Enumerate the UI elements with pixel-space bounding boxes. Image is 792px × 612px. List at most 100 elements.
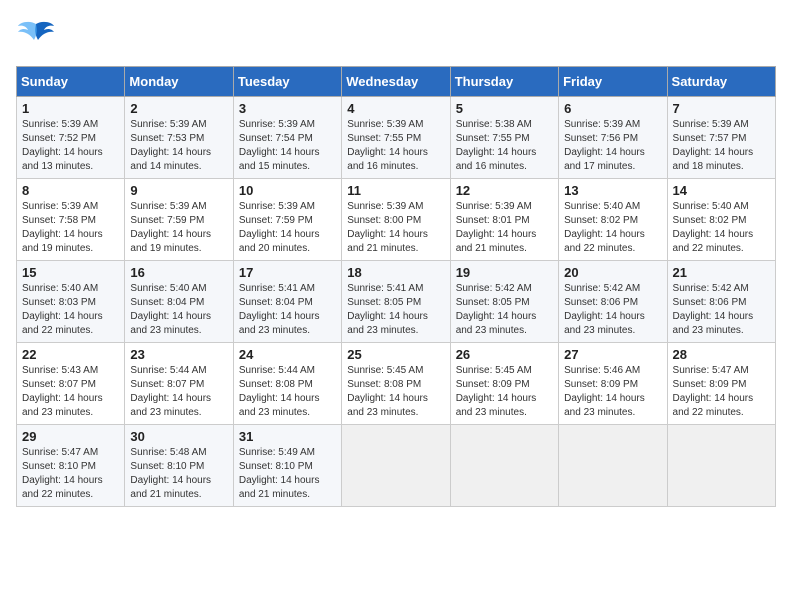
calendar-week-row: 8 Sunrise: 5:39 AMSunset: 7:58 PMDayligh… <box>17 179 776 261</box>
day-info: Sunrise: 5:40 AMSunset: 8:02 PMDaylight:… <box>564 201 645 254</box>
page-header <box>16 16 776 56</box>
calendar-cell: 7 Sunrise: 5:39 AMSunset: 7:57 PMDayligh… <box>667 97 775 179</box>
calendar-cell: 8 Sunrise: 5:39 AMSunset: 7:58 PMDayligh… <box>17 179 125 261</box>
calendar-cell: 29 Sunrise: 5:47 AMSunset: 8:10 PMDaylig… <box>17 425 125 507</box>
calendar-cell: 3 Sunrise: 5:39 AMSunset: 7:54 PMDayligh… <box>233 97 341 179</box>
day-info: Sunrise: 5:40 AMSunset: 8:04 PMDaylight:… <box>130 283 211 336</box>
calendar-cell: 17 Sunrise: 5:41 AMSunset: 8:04 PMDaylig… <box>233 261 341 343</box>
day-info: Sunrise: 5:46 AMSunset: 8:09 PMDaylight:… <box>564 365 645 418</box>
day-info: Sunrise: 5:39 AMSunset: 7:53 PMDaylight:… <box>130 119 211 172</box>
calendar-cell: 20 Sunrise: 5:42 AMSunset: 8:06 PMDaylig… <box>559 261 667 343</box>
day-info: Sunrise: 5:41 AMSunset: 8:05 PMDaylight:… <box>347 283 428 336</box>
calendar-cell <box>450 425 558 507</box>
day-number: 24 <box>239 347 336 362</box>
day-info: Sunrise: 5:39 AMSunset: 7:55 PMDaylight:… <box>347 119 428 172</box>
day-info: Sunrise: 5:42 AMSunset: 8:06 PMDaylight:… <box>673 283 754 336</box>
calendar-cell: 4 Sunrise: 5:39 AMSunset: 7:55 PMDayligh… <box>342 97 450 179</box>
calendar-cell: 18 Sunrise: 5:41 AMSunset: 8:05 PMDaylig… <box>342 261 450 343</box>
day-info: Sunrise: 5:39 AMSunset: 7:54 PMDaylight:… <box>239 119 320 172</box>
day-info: Sunrise: 5:38 AMSunset: 7:55 PMDaylight:… <box>456 119 537 172</box>
calendar-cell: 28 Sunrise: 5:47 AMSunset: 8:09 PMDaylig… <box>667 343 775 425</box>
day-number: 19 <box>456 265 553 280</box>
day-number: 7 <box>673 101 770 116</box>
day-info: Sunrise: 5:39 AMSunset: 8:00 PMDaylight:… <box>347 201 428 254</box>
day-number: 25 <box>347 347 444 362</box>
day-info: Sunrise: 5:41 AMSunset: 8:04 PMDaylight:… <box>239 283 320 336</box>
weekday-header-sunday: Sunday <box>17 67 125 97</box>
weekday-header-thursday: Thursday <box>450 67 558 97</box>
calendar-week-row: 29 Sunrise: 5:47 AMSunset: 8:10 PMDaylig… <box>17 425 776 507</box>
calendar-cell: 31 Sunrise: 5:49 AMSunset: 8:10 PMDaylig… <box>233 425 341 507</box>
weekday-header-friday: Friday <box>559 67 667 97</box>
day-number: 18 <box>347 265 444 280</box>
day-number: 10 <box>239 183 336 198</box>
day-number: 27 <box>564 347 661 362</box>
day-number: 15 <box>22 265 119 280</box>
calendar-cell <box>559 425 667 507</box>
calendar-cell: 22 Sunrise: 5:43 AMSunset: 8:07 PMDaylig… <box>17 343 125 425</box>
calendar-week-row: 15 Sunrise: 5:40 AMSunset: 8:03 PMDaylig… <box>17 261 776 343</box>
day-number: 4 <box>347 101 444 116</box>
calendar-week-row: 1 Sunrise: 5:39 AMSunset: 7:52 PMDayligh… <box>17 97 776 179</box>
day-info: Sunrise: 5:40 AMSunset: 8:03 PMDaylight:… <box>22 283 103 336</box>
weekday-header-monday: Monday <box>125 67 233 97</box>
weekday-header-tuesday: Tuesday <box>233 67 341 97</box>
calendar-cell: 2 Sunrise: 5:39 AMSunset: 7:53 PMDayligh… <box>125 97 233 179</box>
day-info: Sunrise: 5:44 AMSunset: 8:08 PMDaylight:… <box>239 365 320 418</box>
day-number: 2 <box>130 101 227 116</box>
calendar-week-row: 22 Sunrise: 5:43 AMSunset: 8:07 PMDaylig… <box>17 343 776 425</box>
calendar-cell: 24 Sunrise: 5:44 AMSunset: 8:08 PMDaylig… <box>233 343 341 425</box>
calendar-cell <box>667 425 775 507</box>
logo <box>16 16 60 56</box>
day-info: Sunrise: 5:39 AMSunset: 8:01 PMDaylight:… <box>456 201 537 254</box>
day-number: 16 <box>130 265 227 280</box>
day-info: Sunrise: 5:42 AMSunset: 8:06 PMDaylight:… <box>564 283 645 336</box>
calendar-cell: 30 Sunrise: 5:48 AMSunset: 8:10 PMDaylig… <box>125 425 233 507</box>
day-number: 5 <box>456 101 553 116</box>
calendar-cell: 6 Sunrise: 5:39 AMSunset: 7:56 PMDayligh… <box>559 97 667 179</box>
day-number: 13 <box>564 183 661 198</box>
day-info: Sunrise: 5:39 AMSunset: 7:57 PMDaylight:… <box>673 119 754 172</box>
day-info: Sunrise: 5:49 AMSunset: 8:10 PMDaylight:… <box>239 447 320 500</box>
day-number: 8 <box>22 183 119 198</box>
day-info: Sunrise: 5:39 AMSunset: 7:58 PMDaylight:… <box>22 201 103 254</box>
calendar-cell: 19 Sunrise: 5:42 AMSunset: 8:05 PMDaylig… <box>450 261 558 343</box>
calendar-cell: 14 Sunrise: 5:40 AMSunset: 8:02 PMDaylig… <box>667 179 775 261</box>
day-info: Sunrise: 5:42 AMSunset: 8:05 PMDaylight:… <box>456 283 537 336</box>
calendar-cell: 23 Sunrise: 5:44 AMSunset: 8:07 PMDaylig… <box>125 343 233 425</box>
calendar-cell: 13 Sunrise: 5:40 AMSunset: 8:02 PMDaylig… <box>559 179 667 261</box>
day-number: 22 <box>22 347 119 362</box>
day-number: 3 <box>239 101 336 116</box>
day-info: Sunrise: 5:44 AMSunset: 8:07 PMDaylight:… <box>130 365 211 418</box>
day-number: 20 <box>564 265 661 280</box>
calendar-cell: 25 Sunrise: 5:45 AMSunset: 8:08 PMDaylig… <box>342 343 450 425</box>
weekday-header-wednesday: Wednesday <box>342 67 450 97</box>
calendar-cell: 16 Sunrise: 5:40 AMSunset: 8:04 PMDaylig… <box>125 261 233 343</box>
day-number: 21 <box>673 265 770 280</box>
day-number: 29 <box>22 429 119 444</box>
day-number: 26 <box>456 347 553 362</box>
day-number: 23 <box>130 347 227 362</box>
weekday-header-row: SundayMondayTuesdayWednesdayThursdayFrid… <box>17 67 776 97</box>
calendar-cell: 1 Sunrise: 5:39 AMSunset: 7:52 PMDayligh… <box>17 97 125 179</box>
day-number: 12 <box>456 183 553 198</box>
day-number: 9 <box>130 183 227 198</box>
calendar-table: SundayMondayTuesdayWednesdayThursdayFrid… <box>16 66 776 507</box>
day-number: 31 <box>239 429 336 444</box>
day-info: Sunrise: 5:48 AMSunset: 8:10 PMDaylight:… <box>130 447 211 500</box>
calendar-cell: 9 Sunrise: 5:39 AMSunset: 7:59 PMDayligh… <box>125 179 233 261</box>
day-number: 6 <box>564 101 661 116</box>
day-info: Sunrise: 5:45 AMSunset: 8:08 PMDaylight:… <box>347 365 428 418</box>
calendar-cell: 27 Sunrise: 5:46 AMSunset: 8:09 PMDaylig… <box>559 343 667 425</box>
calendar-cell: 26 Sunrise: 5:45 AMSunset: 8:09 PMDaylig… <box>450 343 558 425</box>
day-info: Sunrise: 5:40 AMSunset: 8:02 PMDaylight:… <box>673 201 754 254</box>
day-info: Sunrise: 5:39 AMSunset: 7:52 PMDaylight:… <box>22 119 103 172</box>
calendar-cell: 5 Sunrise: 5:38 AMSunset: 7:55 PMDayligh… <box>450 97 558 179</box>
day-info: Sunrise: 5:47 AMSunset: 8:09 PMDaylight:… <box>673 365 754 418</box>
calendar-cell: 15 Sunrise: 5:40 AMSunset: 8:03 PMDaylig… <box>17 261 125 343</box>
weekday-header-saturday: Saturday <box>667 67 775 97</box>
calendar-cell <box>342 425 450 507</box>
calendar-cell: 12 Sunrise: 5:39 AMSunset: 8:01 PMDaylig… <box>450 179 558 261</box>
calendar-cell: 11 Sunrise: 5:39 AMSunset: 8:00 PMDaylig… <box>342 179 450 261</box>
day-info: Sunrise: 5:47 AMSunset: 8:10 PMDaylight:… <box>22 447 103 500</box>
